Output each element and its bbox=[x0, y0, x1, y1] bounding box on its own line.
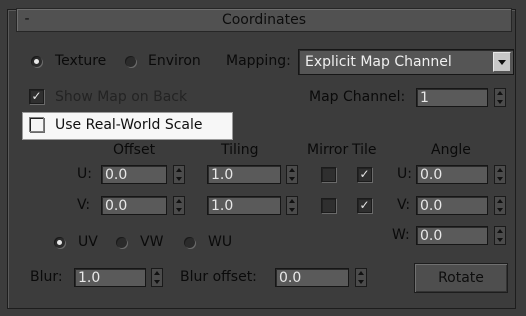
environ-label: Environ bbox=[148, 53, 201, 69]
blur-offset-label: Blur offset: bbox=[180, 269, 257, 285]
v-tiling-field[interactable]: 1.0 bbox=[207, 196, 281, 215]
map-channel-label: Map Channel: bbox=[309, 89, 406, 105]
uv-radio[interactable] bbox=[54, 237, 65, 248]
u-angle-spinner[interactable] bbox=[494, 165, 506, 184]
show-map-on-back-label: Show Map on Back bbox=[55, 89, 188, 105]
real-world-scale-checkbox[interactable] bbox=[29, 117, 44, 132]
w-angle-field[interactable]: 0.0 bbox=[416, 226, 488, 245]
u-angle-field[interactable]: 0.0 bbox=[416, 165, 488, 184]
blur-offset-spinner[interactable] bbox=[355, 268, 367, 287]
u-tiling-spinner[interactable] bbox=[286, 165, 298, 184]
blur-label: Blur: bbox=[30, 269, 63, 285]
v-tile-checkbox[interactable]: ✓ bbox=[357, 198, 372, 213]
vw-radio[interactable] bbox=[116, 237, 127, 248]
texture-label: Texture bbox=[55, 53, 107, 69]
v-mirror-checkbox[interactable] bbox=[321, 198, 336, 213]
rotate-button[interactable]: Rotate bbox=[414, 263, 508, 293]
v-angle-spinner[interactable] bbox=[494, 196, 506, 215]
u-offset-field[interactable]: 0.0 bbox=[101, 165, 167, 184]
blur-spinner[interactable] bbox=[151, 268, 163, 287]
v-angle-field[interactable]: 0.0 bbox=[416, 196, 488, 215]
blur-field[interactable]: 1.0 bbox=[74, 268, 146, 287]
mapping-label: Mapping: bbox=[226, 53, 291, 69]
chevron-down-icon[interactable] bbox=[493, 52, 511, 72]
v-angle-label: V: bbox=[397, 197, 411, 213]
environ-radio[interactable] bbox=[125, 56, 136, 67]
mapping-value: Explicit Map Channel bbox=[305, 54, 452, 70]
blur-offset-field[interactable]: 0.0 bbox=[275, 268, 349, 287]
u-tiling-field[interactable]: 1.0 bbox=[207, 165, 281, 184]
u-angle-label: U: bbox=[397, 166, 412, 182]
wu-label: WU bbox=[208, 234, 233, 250]
v-label: V: bbox=[77, 197, 91, 213]
real-world-scale-label: Use Real-World Scale bbox=[55, 117, 203, 133]
tiling-header: Tiling bbox=[221, 142, 259, 158]
map-channel-field[interactable]: 1 bbox=[416, 88, 488, 107]
u-offset-spinner[interactable] bbox=[173, 165, 185, 184]
map-channel-spinner[interactable] bbox=[494, 88, 506, 107]
offset-header: Offset bbox=[113, 142, 156, 158]
u-label: U: bbox=[77, 166, 92, 182]
w-angle-spinner[interactable] bbox=[494, 226, 506, 245]
vw-label: VW bbox=[140, 234, 164, 250]
v-offset-field[interactable]: 0.0 bbox=[101, 196, 167, 215]
uv-label: UV bbox=[78, 234, 98, 250]
v-tiling-spinner[interactable] bbox=[286, 196, 298, 215]
v-offset-spinner[interactable] bbox=[173, 196, 185, 215]
u-tile-checkbox[interactable]: ✓ bbox=[357, 167, 372, 182]
show-map-on-back-checkbox[interactable]: ✓ bbox=[29, 89, 44, 104]
mapping-dropdown[interactable]: Explicit Map Channel bbox=[298, 49, 514, 75]
u-mirror-checkbox[interactable] bbox=[321, 167, 336, 182]
mirror-header: Mirror bbox=[307, 142, 349, 158]
tile-header: Tile bbox=[352, 142, 377, 158]
angle-header: Angle bbox=[431, 142, 471, 158]
rollout-title-bar[interactable]: - Coordinates bbox=[16, 8, 512, 32]
rollout-title: Coordinates bbox=[221, 12, 307, 28]
w-angle-label: W: bbox=[392, 227, 410, 243]
wu-radio[interactable] bbox=[184, 237, 195, 248]
collapse-toggle[interactable]: - bbox=[21, 9, 33, 31]
texture-radio[interactable] bbox=[31, 56, 42, 67]
